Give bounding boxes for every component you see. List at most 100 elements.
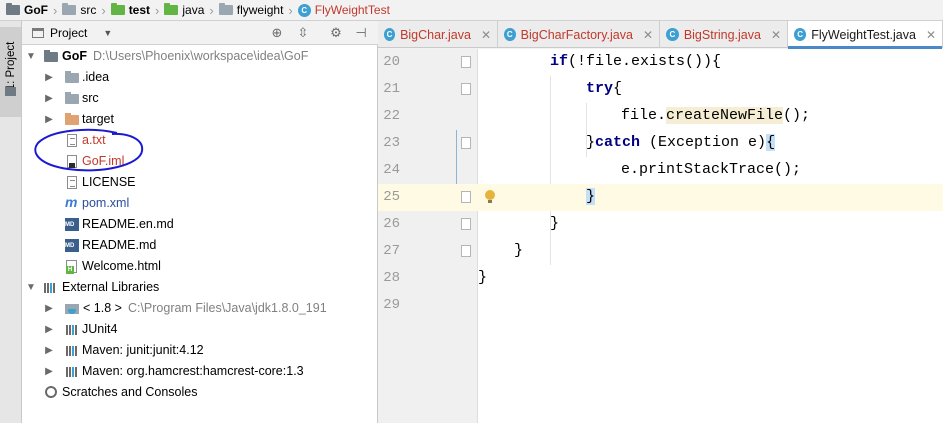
code-line-22[interactable]: 22 file.createNewFile(); (378, 103, 943, 130)
class-icon: C (297, 3, 311, 17)
code-line-20[interactable]: 20 if(!file.exists()){ (378, 49, 943, 76)
code-line-25[interactable]: 25 } (378, 184, 943, 211)
hide-icon[interactable]: ⊣ (352, 24, 370, 42)
line-number: 23 (383, 135, 400, 151)
lightbulb-icon[interactable] (485, 190, 495, 203)
close-icon[interactable]: ✕ (481, 28, 491, 42)
structure-icon[interactable] (5, 87, 16, 96)
project-view-selector[interactable]: Project ▼ (22, 26, 112, 40)
tree-item-label: External Libraries (62, 280, 160, 294)
breadcrumb-item-flyweighttest[interactable]: C FlyWeightTest (297, 0, 390, 20)
project-tree: ▼ GoF D:\Users\Phoenix\workspace\idea\GoF… (22, 46, 378, 403)
tool-window-strip: 1: Project (0, 21, 22, 423)
keyword-try: try (586, 80, 614, 97)
breadcrumb-item-flyweight[interactable]: flyweight (218, 0, 283, 20)
chevron-right-icon: › (209, 2, 214, 18)
chevron-right-icon: › (101, 2, 106, 18)
tree-item-src[interactable]: ▶ src (22, 88, 378, 109)
tree-item-label: .idea (82, 70, 110, 84)
chevron-right-icon[interactable]: ▶ (44, 303, 54, 314)
chevron-down-icon[interactable]: ▼ (26, 282, 36, 293)
scratches-icon (45, 386, 57, 398)
library-icon (43, 281, 57, 294)
tab-bigcharfactory-java[interactable]: C BigCharFactory.java ✕ (498, 21, 660, 48)
line-number: 25 (383, 189, 400, 205)
gear-icon[interactable]: ⚙ (327, 24, 345, 42)
tree-item-pom-xml[interactable]: m pom.xml (22, 193, 378, 214)
collapse-all-icon[interactable]: ⇳ (294, 24, 312, 42)
code-line-24[interactable]: 24 e.printStackTrace(); (378, 157, 943, 184)
code-line-21[interactable]: 21 try{ (378, 76, 943, 103)
chevron-right-icon[interactable]: ▶ (44, 72, 54, 83)
tree-item-label: Maven: org.hamcrest:hamcrest-core:1.3 (82, 364, 304, 378)
tree-item-scratches[interactable]: Scratches and Consoles (22, 382, 378, 403)
close-icon[interactable]: ✕ (771, 28, 781, 42)
code-line-28[interactable]: 28 } (378, 265, 943, 292)
tab-bigstring-java[interactable]: C BigString.java ✕ (660, 21, 788, 48)
chevron-down-icon[interactable]: ▼ (26, 51, 36, 62)
code-text: } (478, 269, 488, 286)
fold-marker-icon[interactable] (461, 218, 471, 230)
annotation-circle (34, 128, 144, 172)
html-icon (66, 260, 77, 274)
code-text: } (514, 242, 524, 259)
breadcrumb-item-java[interactable]: java (164, 0, 204, 20)
tree-item-label: Maven: junit:junit:4.12 (82, 343, 204, 357)
chevron-right-icon: › (155, 2, 160, 18)
breadcrumb-item-gof[interactable]: GoF (6, 0, 48, 20)
code-text: } (586, 188, 596, 205)
code-line-23[interactable]: 23 }catch (Exception e){ (378, 130, 943, 157)
chevron-right-icon: › (288, 2, 293, 18)
breadcrumb-item-src[interactable]: src (62, 0, 96, 20)
tree-item-external-libraries[interactable]: ▼ External Libraries (22, 277, 378, 298)
locate-icon[interactable]: ⊕ (268, 24, 286, 42)
maven-icon: m (65, 194, 78, 210)
code-line-27[interactable]: 27 } (378, 238, 943, 265)
fold-marker-icon[interactable] (461, 191, 471, 203)
project-tool-tab[interactable]: 1: Project (0, 27, 21, 117)
tab-label: BigString.java (683, 27, 761, 42)
tree-item-welcome-html[interactable]: Welcome.html (22, 256, 378, 277)
code-line-29[interactable]: 29 (378, 292, 943, 319)
folder-icon (65, 113, 79, 125)
fold-marker-icon[interactable] (461, 245, 471, 257)
matched-brace: { (766, 134, 776, 151)
tree-item-maven-hamcrest[interactable]: ▶ Maven: org.hamcrest:hamcrest-core:1.3 (22, 361, 378, 382)
tab-bigchar-java[interactable]: C BigChar.java ✕ (378, 21, 498, 48)
navigation-breadcrumb: GoF › src › test › java › flyweight › C … (0, 0, 943, 21)
code-text: file.createNewFile(); (621, 107, 811, 124)
line-number: 22 (383, 108, 400, 124)
tree-item-junit4[interactable]: ▶ JUnit4 (22, 319, 378, 340)
chevron-right-icon[interactable]: ▶ (44, 345, 54, 356)
close-icon[interactable]: ✕ (643, 28, 653, 42)
tree-item-readme-md[interactable]: README.md (22, 235, 378, 256)
folder-icon (110, 3, 125, 15)
tree-item-idea[interactable]: ▶ .idea (22, 67, 378, 88)
keyword-if: if (550, 53, 569, 70)
close-icon[interactable]: ✕ (926, 28, 936, 42)
project-panel-header: Project ▼ ⊕ ⇳ ⚙ ⊣ (22, 21, 378, 45)
code-editor[interactable]: 20 if(!file.exists()){ 21 try{ 22 file.c… (378, 49, 943, 423)
code-line-26[interactable]: 26 } (378, 211, 943, 238)
tree-item-readme-en-md[interactable]: README.en.md (22, 214, 378, 235)
chevron-right-icon[interactable]: ▶ (44, 366, 54, 377)
chevron-right-icon[interactable]: ▶ (44, 93, 54, 104)
folder-icon (44, 50, 58, 62)
class-icon: C (666, 28, 679, 41)
chevron-right-icon[interactable]: ▶ (44, 114, 54, 125)
line-number: 27 (383, 243, 400, 259)
tree-item-maven-junit[interactable]: ▶ Maven: junit:junit:4.12 (22, 340, 378, 361)
chevron-right-icon[interactable]: ▶ (44, 324, 54, 335)
tab-label: BigCharFactory.java (520, 27, 633, 42)
breadcrumb-item-test[interactable]: test (110, 0, 150, 20)
tab-flyweighttest-java[interactable]: C FlyWeightTest.java ✕ (788, 21, 943, 49)
tab-label: FlyWeightTest.java (811, 27, 916, 42)
tree-item-jdk[interactable]: ▶ < 1.8 > C:\Program Files\Java\jdk1.8.0_… (22, 298, 378, 319)
fold-marker-icon[interactable] (461, 83, 471, 95)
line-number: 20 (383, 54, 400, 70)
tree-item-label: pom.xml (82, 196, 130, 210)
fold-marker-icon[interactable] (461, 56, 471, 68)
tree-item-gof[interactable]: ▼ GoF D:\Users\Phoenix\workspace\idea\GoF (22, 46, 378, 67)
fold-marker-icon[interactable] (461, 137, 471, 149)
tree-item-label: Scratches and Consoles (62, 385, 198, 399)
